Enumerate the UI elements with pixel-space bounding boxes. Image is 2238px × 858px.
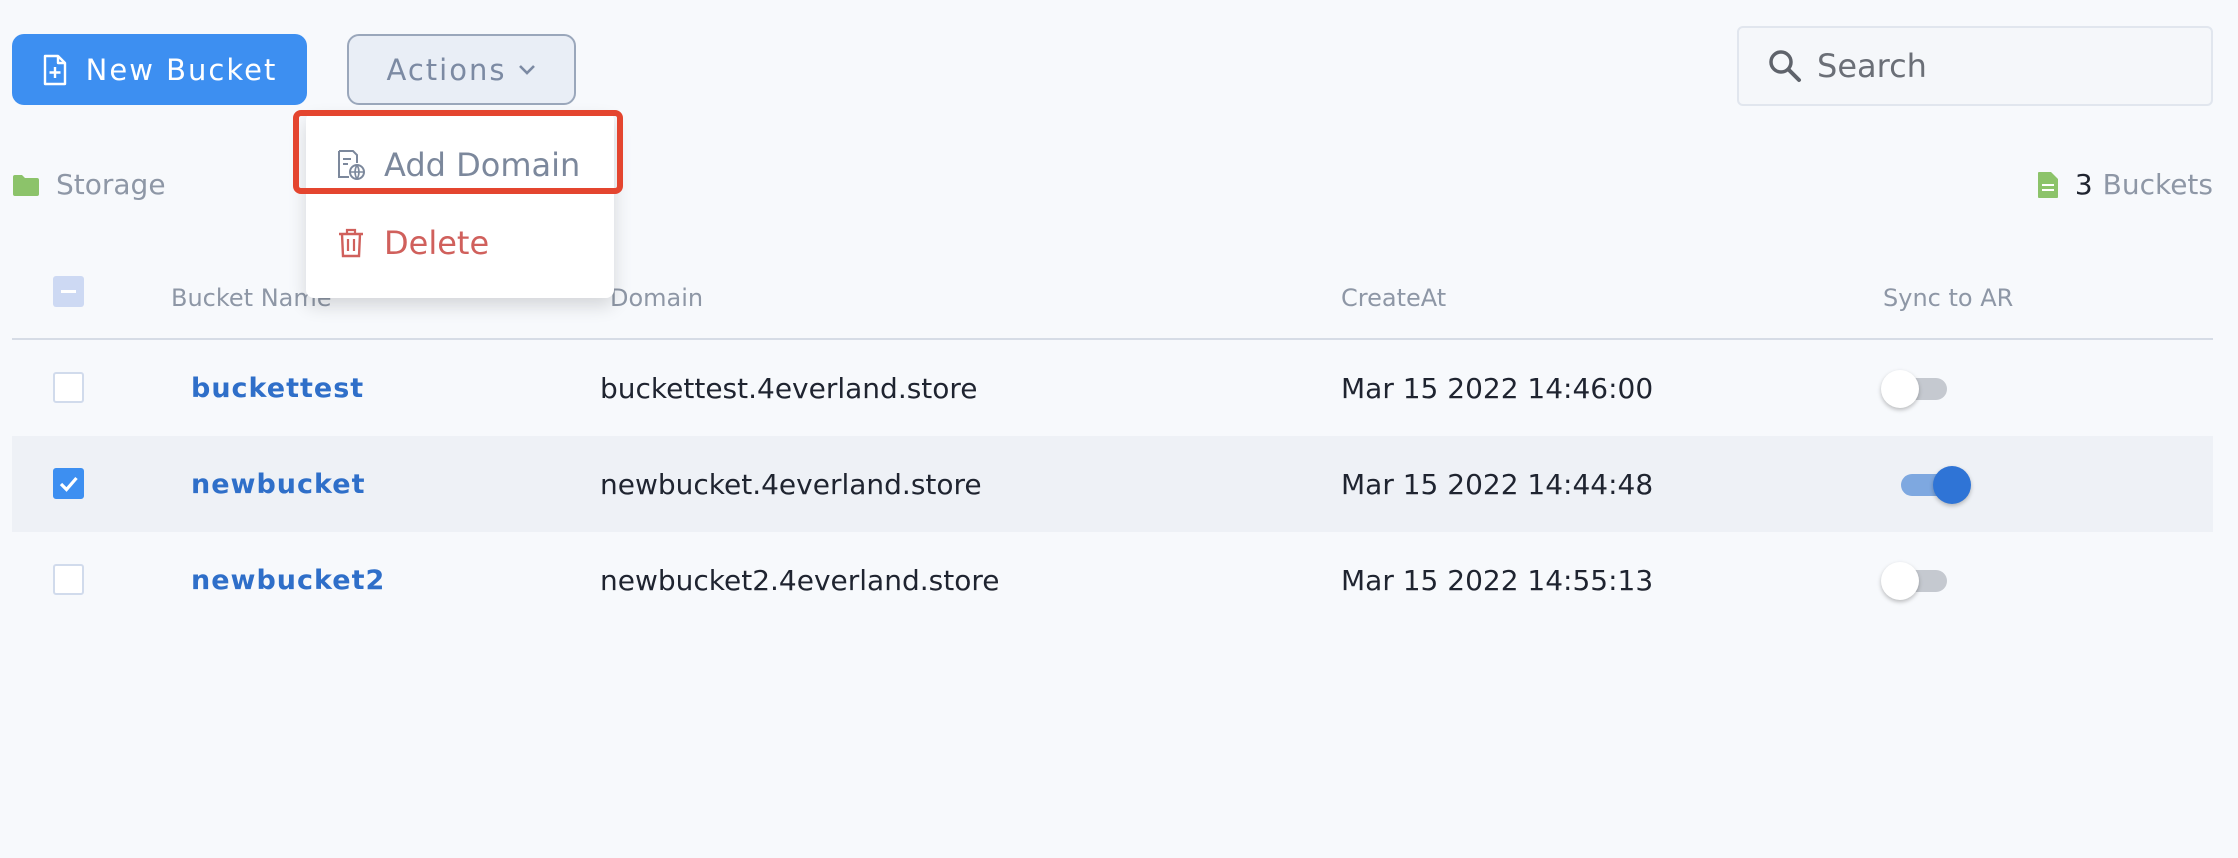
row-checkbox[interactable] [53, 564, 84, 595]
bucket-domain: buckettest.4everland.store [600, 371, 978, 405]
actions-button[interactable]: Actions [347, 34, 576, 105]
new-bucket-label: New Bucket [85, 52, 278, 87]
menu-item-delete-label: Delete [384, 224, 490, 262]
actions-label: Actions [386, 52, 507, 87]
row-checkbox[interactable] [53, 468, 84, 499]
menu-item-delete[interactable]: Delete [336, 218, 489, 268]
bucket-count: 3 Buckets [2037, 168, 2213, 201]
search-box[interactable] [1737, 26, 2213, 106]
row-checkbox[interactable] [53, 372, 84, 403]
column-header-sync: Sync to AR [1883, 284, 2014, 312]
table-row: buckettest buckettest.4everland.store Ma… [12, 340, 2213, 436]
select-all-checkbox[interactable] [53, 276, 84, 307]
bucket-name-link[interactable]: buckettest [191, 340, 364, 436]
trash-icon [339, 228, 363, 258]
breadcrumb-label: Storage [56, 168, 166, 201]
table-row: newbucket2 newbucket2.4everland.store Ma… [12, 532, 2213, 628]
bucket-created-at: Mar 15 2022 14:55:13 [1341, 563, 1654, 597]
search-icon [1769, 50, 1801, 82]
bucket-name-link[interactable]: newbucket [191, 436, 365, 532]
column-header-createat: CreateAt [1341, 284, 1447, 312]
new-bucket-button[interactable]: New Bucket [12, 34, 307, 105]
bucket-name-link[interactable]: newbucket2 [191, 532, 385, 628]
document-icon [2037, 171, 2058, 198]
bucket-created-at: Mar 15 2022 14:46:00 [1341, 371, 1654, 405]
sync-toggle[interactable] [1881, 370, 1977, 408]
search-input[interactable] [1817, 47, 2177, 85]
folder-icon [13, 174, 39, 196]
menu-item-add-domain[interactable]: Add Domain [336, 140, 580, 190]
file-plus-icon [43, 54, 66, 85]
breadcrumb: Storage [12, 168, 166, 201]
column-header-domain: Domain [610, 284, 704, 312]
chevron-down-icon [519, 64, 536, 75]
actions-dropdown-menu: Add Domain Delete [306, 112, 614, 298]
sync-toggle[interactable] [1881, 466, 1977, 504]
checkmark-icon [59, 476, 78, 492]
bucket-domain: newbucket.4everland.store [600, 467, 982, 501]
bucket-created-at: Mar 15 2022 14:44:48 [1341, 467, 1654, 501]
menu-item-add-domain-label: Add Domain [384, 146, 581, 184]
bucket-count-unit: Buckets [2102, 168, 2213, 201]
sync-toggle[interactable] [1881, 562, 1977, 600]
table-row: newbucket newbucket.4everland.store Mar … [12, 436, 2213, 532]
add-domain-icon [338, 150, 365, 180]
bucket-domain: newbucket2.4everland.store [600, 563, 1000, 597]
bucket-count-number: 3 [2074, 168, 2093, 201]
